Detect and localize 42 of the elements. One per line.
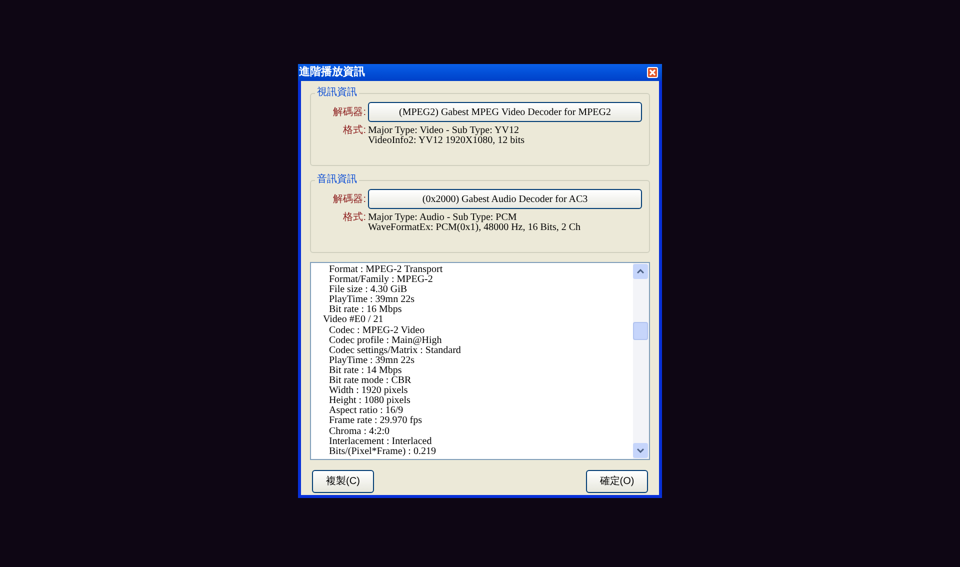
info-line: PlayTime : 39mn 22s: [328, 356, 414, 366]
format-text: VideoInfo2: YV12 1920X1080, 12 bits: [368, 136, 525, 146]
chevron-up-icon: [637, 269, 644, 274]
info-line: Width : 1920 pixels: [328, 386, 408, 396]
decoder-label: 解碼器:: [332, 106, 367, 120]
info-line: Aspect ratio : 16/9: [328, 406, 404, 416]
format-text: Major Type: Audio - Sub Type: PCM: [368, 213, 518, 223]
chevron-down-icon: [637, 448, 644, 453]
info-line: Bits/(Pixel*Frame) : 0.219: [328, 446, 437, 457]
decoder-button[interactable]: (MPEG2) Gabest MPEG Video Decoder for MPEG2: [368, 102, 642, 122]
info-line: Chroma : 4:2:0: [328, 426, 391, 437]
info-line: Bit rate : 14 Mbps: [328, 366, 403, 376]
close-button[interactable]: [647, 67, 658, 78]
close-icon: [649, 69, 656, 76]
info-line: Height : 1080 pixels: [328, 396, 412, 406]
decoder-label: 解碼器:: [332, 192, 367, 206]
format-text: WaveFormatEx: PCM(0x1), 48000 Hz, 16 Bits, 2 Ch: [368, 223, 581, 233]
group-title: 音訊資訊: [315, 174, 359, 186]
info-line: PlayTime : 39mn 22s: [328, 295, 416, 306]
dialog-button[interactable]: 複製(C): [312, 470, 374, 493]
decoder-button[interactable]: (0x2000) Gabest Audio Decoder for AC3: [368, 189, 642, 209]
info-line: Video #E0 / 21: [323, 315, 384, 326]
window-title: 進階播放資訊: [299, 67, 365, 78]
info-line: Codec profile : Main@High: [328, 336, 443, 346]
scroll-up-button[interactable]: [633, 264, 648, 279]
info-line: Bit rate : 16 Mbps: [329, 305, 403, 316]
scroll-thumb[interactable]: [633, 322, 648, 340]
info-line: Frame rate : 29.970 fps: [328, 416, 424, 426]
info-line: Codec : MPEG-2 Video: [328, 326, 426, 336]
info-line: Interlacement : Interlaced: [328, 436, 433, 447]
scrollbar[interactable]: [633, 263, 649, 459]
info-line: Format/Family : MPEG-2: [328, 275, 433, 286]
info-line: Bit rate mode : CBR: [328, 376, 412, 386]
info-line: Format : MPEG-2 Transport: [328, 265, 444, 275]
info-line: File size : 4.30 GiB: [328, 285, 408, 296]
scroll-down-button[interactable]: [633, 443, 648, 458]
group-title: 視訊資訊: [315, 87, 359, 99]
format-text: Major Type: Video - Sub Type: YV12: [368, 126, 520, 136]
info-line: Codec settings/Matrix : Standard: [328, 346, 462, 356]
format-label: 格式:: [342, 213, 367, 223]
dialog-button[interactable]: 確定(O): [586, 470, 648, 493]
format-label: 格式:: [342, 126, 367, 136]
